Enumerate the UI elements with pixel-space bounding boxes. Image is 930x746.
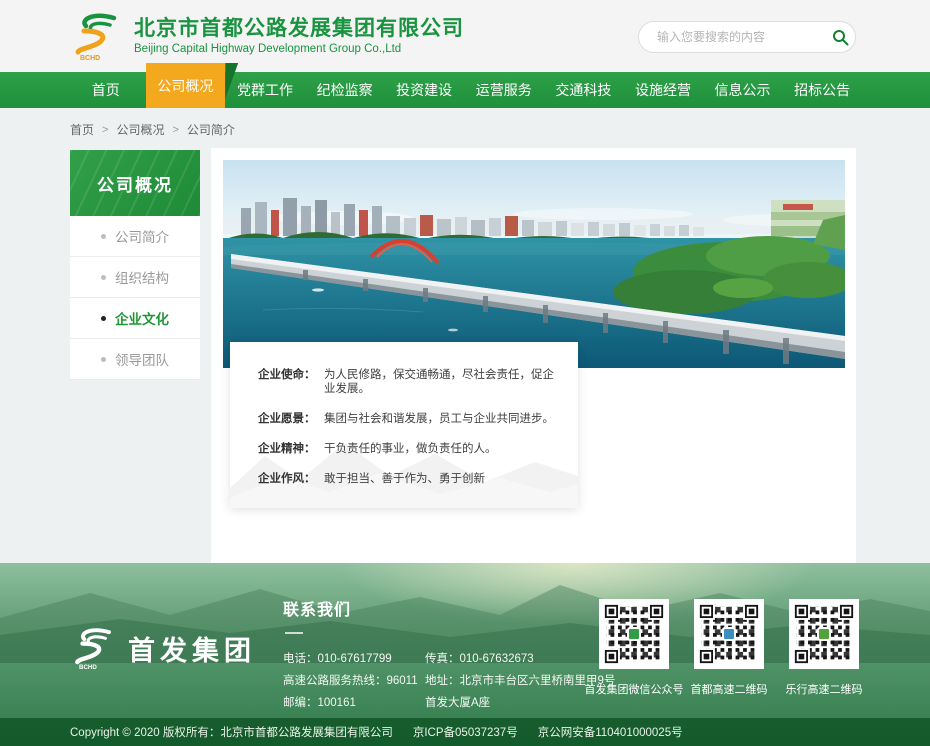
nav-item-info-disclosure[interactable]: 信息公示 xyxy=(703,72,783,108)
sidebar-item-corporate-culture[interactable]: 企业文化 xyxy=(70,298,200,339)
nav-item-company-overview[interactable]: 公司概况 xyxy=(146,63,226,108)
contact-hotline: 高速公路服务热线：96011 xyxy=(283,670,425,692)
contact-phone: 电话：010-67617799 xyxy=(283,648,425,670)
breadcrumb-home[interactable]: 首页 xyxy=(70,121,94,138)
wechat-qr-code xyxy=(599,599,669,669)
contact-address-line2: 首发大厦A座 xyxy=(425,692,490,714)
bullet-dot-icon xyxy=(101,234,106,239)
culture-text: 干负责任的事业，做负责任的人。 xyxy=(324,442,560,456)
culture-text: 敢于担当、善于作为、勇于创新 xyxy=(324,472,560,486)
contact-row: 电话：010-67617799 传真：010-67632673 xyxy=(283,648,615,670)
sidebar-item-label: 组织结构 xyxy=(115,267,169,287)
qr-group-wechat: 首发集团微信公众号 xyxy=(594,599,674,697)
culture-row-spirit: 企业精神： 干负责任的事业，做负责任的人。 xyxy=(258,442,560,456)
contact-section: 联系我们 电话：010-67617799 传真：010-67632673 高速公… xyxy=(283,596,615,714)
corporate-culture-card: 企业使命： 为人民修路，保交通畅通，尽社会责任，促企业发展。 企业愿景： 集团与… xyxy=(230,342,578,508)
main-content-panel: 企业使命： 为人民修路，保交通畅通，尽社会责任，促企业发展。 企业愿景： 集团与… xyxy=(211,148,856,563)
sidebar-item-leadership[interactable]: 领导团队 xyxy=(70,339,200,380)
nav-item-investment[interactable]: 投资建设 xyxy=(384,72,464,108)
sidebar-item-org-structure[interactable]: 组织结构 xyxy=(70,257,200,298)
bullet-dot-icon xyxy=(101,275,106,280)
qr-center-logo-icon xyxy=(627,627,641,641)
culture-label: 企业作风： xyxy=(258,472,324,486)
qr-center-logo-icon xyxy=(817,627,831,641)
main-nav: 首页 公司概况 党群工作 纪检监察 投资建设 运营服务 交通科技 设施经营 信息… xyxy=(0,72,930,108)
search-box xyxy=(638,21,856,53)
sidebar-item-label: 公司简介 xyxy=(115,226,169,246)
breadcrumb-separator: > xyxy=(102,124,108,136)
nav-item-home[interactable]: 首页 xyxy=(66,72,146,108)
qr-label: 乐行高速二维码 xyxy=(786,681,863,697)
icp-number[interactable]: 京ICP备05037237号 xyxy=(413,724,518,740)
lexing-highway-qr-code xyxy=(789,599,859,669)
police-record-number[interactable]: 京公网安备110401000025号 xyxy=(538,724,683,740)
sidebar: 公司概况 公司简介 组织结构 企业文化 领导团队 xyxy=(70,150,200,380)
page: BCHD 北京市首都公路发展集团有限公司 Beijing Capital Hig… xyxy=(0,0,930,746)
svg-text:BCHD: BCHD xyxy=(79,664,97,670)
culture-label: 企业愿景： xyxy=(258,412,324,426)
nav-item-discipline[interactable]: 纪检监察 xyxy=(305,72,385,108)
contact-fax: 传真：010-67632673 xyxy=(425,648,534,670)
contact-postcode: 邮编：100161 xyxy=(283,692,425,714)
contact-row: 高速公路服务热线：96011 地址：北京市丰台区六里桥南里甲9号 xyxy=(283,670,615,692)
nav-item-label: 公司概况 xyxy=(157,76,213,96)
bchd-s-logo-white-icon: BCHD xyxy=(70,626,118,670)
qr-group-capital-highway: 首都高速二维码 xyxy=(689,599,769,697)
qr-center-logo-icon xyxy=(722,627,736,641)
search-icon[interactable] xyxy=(825,22,855,52)
copyright-bar: Copyright © 2020 版权所有：北京市首都公路发展集团有限公司 京I… xyxy=(0,718,930,746)
nav-item-facilities[interactable]: 设施经营 xyxy=(623,72,703,108)
company-title-en: Beijing Capital Highway Development Grou… xyxy=(134,42,464,57)
contact-heading: 联系我们 xyxy=(283,596,615,620)
bchd-s-logo-icon: BCHD xyxy=(70,11,124,61)
copyright-text: Copyright © 2020 版权所有：北京市首都公路发展集团有限公司 xyxy=(70,724,393,740)
culture-text: 集团与社会和谐发展，员工与企业共同进步。 xyxy=(324,412,560,426)
nav-item-tender-notice[interactable]: 招标公告 xyxy=(782,72,862,108)
site-footer: BCHD 首发集团 联系我们 电话：010-67617799 传真：010-67… xyxy=(0,563,930,746)
contact-row: 邮编：100161 首发大厦A座 xyxy=(283,692,615,714)
qr-label: 首发集团微信公众号 xyxy=(585,681,684,697)
heading-underline xyxy=(285,632,303,634)
qr-group-lexing-highway: 乐行高速二维码 xyxy=(784,599,864,697)
qr-code-section: 首发集团微信公众号 首都高速二维码 乐行高速二维码 xyxy=(594,599,864,697)
breadcrumb-company-profile[interactable]: 公司简介 xyxy=(187,121,235,138)
breadcrumb-company-overview[interactable]: 公司概况 xyxy=(116,121,164,138)
footer-logo[interactable]: BCHD 首发集团 xyxy=(70,626,256,670)
nav-item-operations[interactable]: 运营服务 xyxy=(464,72,544,108)
footer-logo-text: 首发集团 xyxy=(128,629,256,668)
sidebar-title: 公司概况 xyxy=(70,150,200,216)
capital-highway-qr-code xyxy=(694,599,764,669)
breadcrumb: 首页 > 公司概况 > 公司简介 xyxy=(70,121,235,138)
qr-label: 首都高速二维码 xyxy=(691,681,768,697)
culture-row-vision: 企业愿景： 集团与社会和谐发展，员工与企业共同进步。 xyxy=(258,412,560,426)
culture-row-mission: 企业使命： 为人民修路，保交通畅通，尽社会责任，促企业发展。 xyxy=(258,368,560,396)
sidebar-item-company-profile[interactable]: 公司简介 xyxy=(70,216,200,257)
hero-bridge-photo xyxy=(223,160,845,368)
bullet-dot-icon xyxy=(101,316,106,321)
culture-label: 企业精神： xyxy=(258,442,324,456)
breadcrumb-separator: > xyxy=(172,124,178,136)
company-title-cn: 北京市首都公路发展集团有限公司 xyxy=(134,16,464,42)
sidebar-item-label: 企业文化 xyxy=(115,308,169,328)
bullet-dot-icon xyxy=(101,357,106,362)
nav-item-traffic-tech[interactable]: 交通科技 xyxy=(544,72,624,108)
nav-item-party-work[interactable]: 党群工作 xyxy=(225,72,305,108)
sidebar-item-label: 领导团队 xyxy=(115,349,169,369)
culture-label: 企业使命： xyxy=(258,368,324,396)
search-input[interactable] xyxy=(655,29,825,45)
culture-row-style: 企业作风： 敢于担当、善于作为、勇于创新 xyxy=(258,472,560,486)
culture-text: 为人民修路，保交通畅通，尽社会责任，促企业发展。 xyxy=(324,368,560,396)
site-logo[interactable]: BCHD 北京市首都公路发展集团有限公司 Beijing Capital Hig… xyxy=(70,11,464,61)
site-header: BCHD 北京市首都公路发展集团有限公司 Beijing Capital Hig… xyxy=(0,0,930,72)
svg-text:BCHD: BCHD xyxy=(80,55,100,61)
